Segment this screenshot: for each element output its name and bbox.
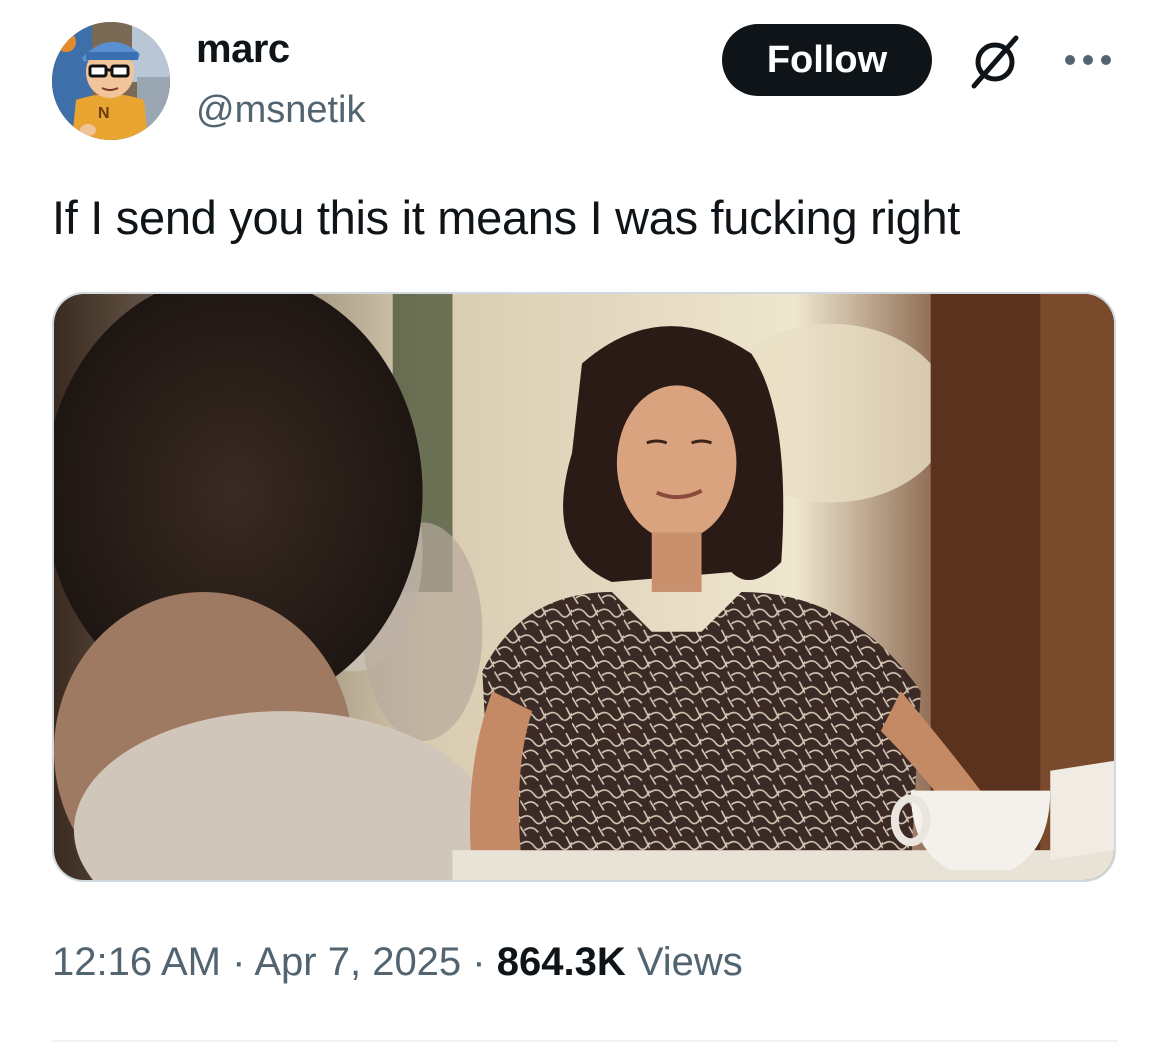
avatar[interactable]: N <box>52 22 170 140</box>
tweet-meta: 12:16 AM · Apr 7, 2025 · 864.3K Views <box>52 936 743 988</box>
author-handle[interactable]: @msnetik <box>196 86 366 134</box>
cartoon-avatar-icon: N <box>52 22 170 140</box>
tweet-media-image[interactable] <box>52 292 1116 882</box>
tweet-card: N marc @msnetik Follow If I send you thi… <box>0 0 1170 1046</box>
views-label: Views <box>625 940 743 984</box>
more-options-icon[interactable] <box>1060 46 1116 74</box>
author-name[interactable]: marc <box>196 24 290 74</box>
follow-button[interactable]: Follow <box>722 24 932 96</box>
meta-separator: · <box>221 940 255 984</box>
tweet-text: If I send you this it means I was fuckin… <box>52 191 961 244</box>
views-count: 864.3K <box>496 940 626 984</box>
tweet-time[interactable]: 12:16 AM <box>52 940 221 984</box>
grok-icon[interactable] <box>966 32 1024 90</box>
tweet-date[interactable]: Apr 7, 2025 <box>254 940 461 984</box>
meta-separator-2: · <box>461 940 497 984</box>
svg-text:N: N <box>98 105 110 122</box>
divider <box>52 1040 1118 1042</box>
video-still-image <box>54 294 1114 880</box>
